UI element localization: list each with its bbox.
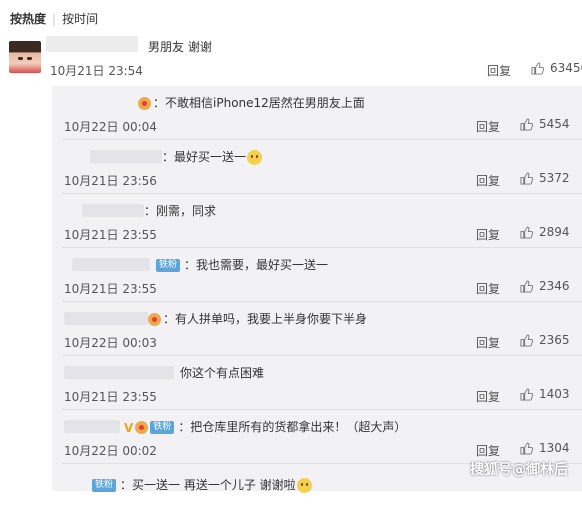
reply-item: 你这个有点困难 10月21日 23:55 回复 1403	[52, 356, 582, 410]
reply-time: 10月21日 23:55	[64, 390, 157, 404]
reply-button[interactable]: 回复	[476, 442, 500, 459]
like-button[interactable]: 2365	[520, 333, 570, 347]
fan-badge: 铁粉	[150, 421, 175, 434]
tab-separator: |	[52, 12, 57, 26]
like-count: 2365	[539, 333, 570, 347]
blurred-username[interactable]	[90, 150, 162, 163]
thumbs-up-icon	[520, 333, 533, 347]
like-button[interactable]: 1304	[520, 441, 570, 455]
like-count: 5372	[539, 171, 570, 185]
reply-item: ：有人拼单吗，我要上半身你要下半身 10月22日 00:03 回复 2365	[52, 302, 582, 356]
sort-tabs: 按热度 | 按时间	[10, 10, 98, 27]
medal-icon	[148, 313, 161, 326]
blurred-username[interactable]	[64, 420, 120, 433]
reply-item: ：最好买一送一 10月21日 23:56 回复 5372	[52, 140, 582, 194]
reply-button[interactable]: 回复	[476, 118, 500, 135]
reply-button[interactable]: 回复	[476, 388, 500, 405]
avatar-eye	[27, 57, 32, 60]
blurred-username[interactable]	[64, 366, 174, 379]
reply-prefix: ：	[178, 420, 191, 434]
thumbs-up-icon	[520, 441, 533, 455]
fan-badge: 铁粉	[92, 479, 117, 492]
blurred-username[interactable]	[64, 312, 148, 325]
reply-button[interactable]: 回复	[476, 334, 500, 351]
like-button[interactable]: 5454	[520, 117, 570, 131]
reply-text-wrap: ：最好买一送一	[162, 148, 263, 165]
reply-text: 有人拼单吗，我要上半身你要下半身	[175, 312, 368, 326]
reply-text: 你这个有点困难	[180, 366, 265, 380]
reply-button[interactable]: 回复	[476, 172, 500, 189]
reply-item: ：不敢相信iPhone12居然在男朋友上面 10月22日 00:04 回复 54…	[52, 86, 582, 140]
avatar-eye	[18, 57, 23, 60]
reply-list: ：不敢相信iPhone12居然在男朋友上面 10月22日 00:04 回复 54…	[52, 86, 582, 493]
reply-time: 10月22日 00:04	[64, 120, 157, 134]
reply-button[interactable]: 回复	[476, 226, 500, 243]
reply-prefix: ：	[153, 96, 166, 110]
emoji-icon	[247, 150, 263, 165]
reply-text-wrap: 铁粉 ：买一送一 再送一个儿子 谢谢啦	[92, 476, 312, 493]
top-reply-button[interactable]: 回复	[487, 62, 511, 79]
like-count: 2346	[539, 279, 570, 293]
fan-badge: 铁粉	[156, 259, 181, 272]
reply-text-wrap: ：有人拼单吗，我要上半身你要下半身	[148, 310, 367, 327]
reply-text-wrap: ：不敢相信iPhone12居然在男朋友上面	[138, 94, 365, 111]
reply-time: 10月22日 00:02	[64, 444, 157, 458]
watermark: 搜狐号@御林后	[470, 462, 568, 478]
reply-time: 10月21日 23:55	[64, 282, 157, 296]
top-comment-time: 10月21日 23:54	[50, 64, 143, 78]
reply-prefix: ：	[162, 150, 175, 164]
reply-time: 10月22日 00:03	[64, 336, 157, 350]
avatar[interactable]	[9, 41, 41, 73]
reply-button[interactable]: 回复	[476, 280, 500, 297]
reply-text: 把仓库里所有的货都拿出来！（超大声）	[190, 420, 407, 434]
thumbs-up-icon	[531, 61, 544, 75]
blurred-username[interactable]	[72, 258, 150, 271]
like-count: 5454	[539, 117, 570, 131]
like-count: 1304	[539, 441, 570, 455]
thumbs-up-icon	[520, 387, 533, 401]
top-like-button[interactable]: 63456	[531, 61, 582, 75]
thumbs-up-icon	[520, 225, 533, 239]
reply-text-wrap: 你这个有点困难	[180, 364, 264, 381]
reply-text-wrap: V 铁粉 ：把仓库里所有的货都拿出来！（超大声）	[124, 418, 406, 435]
vip-icon: V	[124, 420, 134, 435]
medal-icon	[138, 97, 151, 110]
reply-prefix: ：	[163, 312, 176, 326]
blurred-username[interactable]	[82, 204, 144, 217]
reply-text-wrap: ：刚需，同求	[144, 202, 216, 219]
reply-text: 最好买一送一	[174, 150, 247, 164]
like-button[interactable]: 2894	[520, 225, 570, 239]
reply-text-wrap: 铁粉 ：我也需要，最好买一送一	[156, 256, 328, 273]
like-count: 1403	[539, 387, 570, 401]
like-button[interactable]: 1403	[520, 387, 570, 401]
reply-prefix: ：	[120, 478, 133, 492]
thumbs-up-icon	[520, 171, 533, 185]
reply-item: 铁粉 ：我也需要，最好买一送一 10月21日 23:55 回复 2346	[52, 248, 582, 302]
reply-item: V 铁粉 ：把仓库里所有的货都拿出来！（超大声） 10月22日 00:02 回复 1…	[52, 410, 582, 464]
medal-icon	[135, 421, 149, 434]
reply-item: ：刚需，同求 10月21日 23:55 回复 2894	[52, 194, 582, 248]
reply-prefix: ：	[184, 258, 197, 272]
tab-sort-by-hot[interactable]: 按热度	[10, 12, 46, 26]
blurred-username[interactable]	[46, 36, 138, 52]
like-button[interactable]: 2346	[520, 279, 570, 293]
reply-text: 刚需，同求	[156, 204, 217, 218]
reply-time: 10月21日 23:55	[64, 228, 157, 242]
reply-time: 10月21日 23:56	[64, 174, 157, 188]
like-count: 2894	[539, 225, 570, 239]
tab-sort-by-time[interactable]: 按时间	[62, 12, 98, 26]
top-like-count: 63456	[550, 61, 582, 75]
like-button[interactable]: 5372	[520, 171, 570, 185]
top-comment-text: 男朋友 谢谢	[148, 40, 212, 54]
reply-text: 买一送一 再送一个儿子 谢谢啦	[132, 478, 296, 492]
thumbs-up-icon	[520, 117, 533, 131]
reply-text: 我也需要，最好买一送一	[196, 258, 329, 272]
reply-text: 不敢相信iPhone12居然在男朋友上面	[165, 96, 365, 110]
reply-prefix: ：	[144, 204, 157, 218]
thumbs-up-icon	[520, 279, 533, 293]
